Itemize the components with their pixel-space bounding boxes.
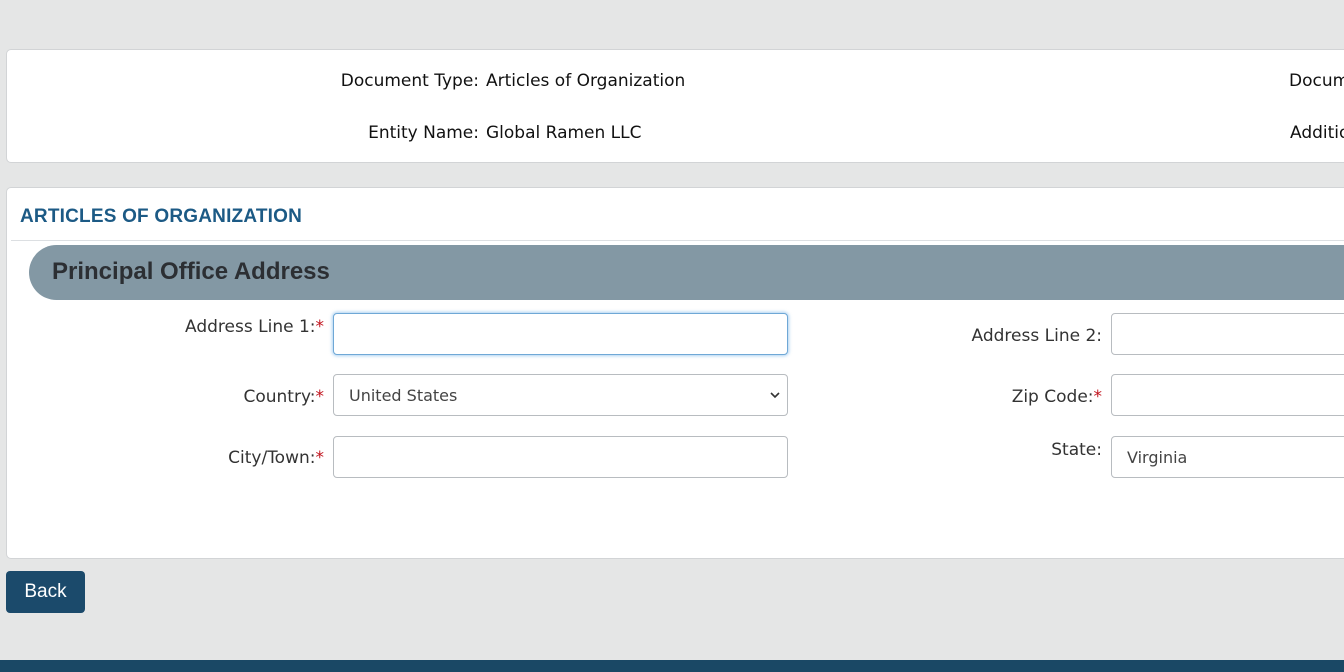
required-marker: * [1093, 387, 1103, 407]
articles-form-card: ARTICLES OF ORGANIZATION Principal Offic… [6, 187, 1344, 559]
entity-name-label: Entity Name: [368, 123, 479, 143]
additional-right-label: Additio [1290, 123, 1344, 143]
chevron-down-icon [770, 392, 780, 399]
principal-office-header: Principal Office Address [29, 245, 1344, 300]
required-marker: * [315, 387, 325, 407]
zip-code-label: Zip Code:* [1011, 387, 1103, 407]
document-summary-card: Document Type: Articles of Organization … [6, 49, 1344, 163]
section-title: ARTICLES OF ORGANIZATION [20, 206, 303, 227]
entity-name-value: Global Ramen LLC [486, 123, 642, 143]
required-marker: * [315, 317, 325, 337]
country-selected-value: United States [349, 385, 458, 405]
address-line-1-label: Address Line 1:* [185, 317, 324, 337]
address-line-2-input[interactable] [1111, 313, 1344, 355]
country-label: Country:* [243, 387, 324, 407]
footer-bar [0, 660, 1344, 672]
zip-code-input[interactable] [1111, 374, 1344, 416]
state-label: State: [1051, 440, 1102, 460]
back-button[interactable]: Back [6, 571, 85, 613]
document-type-label: Document Type: [340, 71, 479, 91]
required-marker: * [315, 448, 325, 468]
city-town-label: City/Town:* [228, 448, 324, 468]
address-line-2-label: Address Line 2: [971, 326, 1102, 346]
country-select[interactable]: United States [333, 374, 788, 416]
state-input[interactable] [1111, 436, 1344, 478]
section-divider [11, 240, 1344, 241]
document-right-label: Docum [1289, 71, 1344, 91]
city-town-input[interactable] [333, 436, 788, 478]
principal-office-title: Principal Office Address [52, 258, 330, 285]
address-line-1-input[interactable] [333, 313, 788, 355]
document-type-value: Articles of Organization [486, 71, 686, 91]
